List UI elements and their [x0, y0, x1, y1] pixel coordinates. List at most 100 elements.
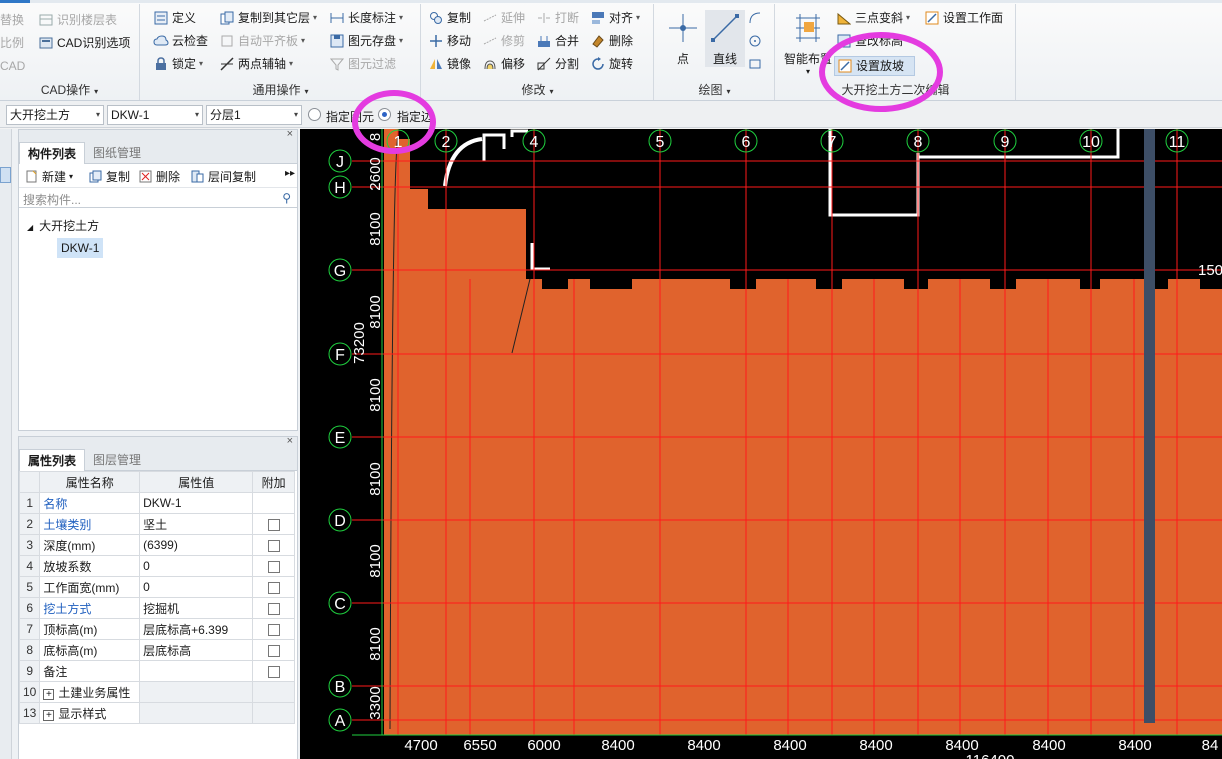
tab-drawing-management[interactable]: 图纸管理 [85, 142, 149, 164]
align-button[interactable]: 对齐 ▾ [590, 8, 640, 28]
set-slope-button[interactable]: 设置放坡 [834, 56, 916, 76]
offset-button[interactable]: 偏移 [482, 54, 525, 74]
mirror-button[interactable]: 镜像 [428, 54, 471, 74]
tab-property-list[interactable]: 属性列表 [19, 449, 86, 471]
property-value[interactable]: DKW-1 [139, 492, 254, 514]
property-row[interactable]: 5 工作面宽(mm) 0 [18, 576, 295, 598]
merge-button[interactable]: 合并 [536, 31, 579, 51]
property-row[interactable]: 6 挖土方式 挖掘机 [18, 597, 295, 619]
length-mark-button[interactable]: 长度标注 ▾ [329, 8, 403, 28]
property-value[interactable]: 0 [139, 576, 254, 598]
group-title-cad[interactable]: CAD操作 ▾ [0, 81, 139, 98]
check-elevation-button[interactable]: 查改标高 [836, 31, 903, 51]
radio-specify-element[interactable] [308, 108, 321, 121]
radio-specify-edge[interactable] [378, 108, 391, 121]
property-row[interactable]: 2 土壤类别 坚土 [18, 513, 295, 535]
axis-label-column: 4 [530, 134, 539, 151]
auto-slab-button[interactable]: 自动平齐板 ▾ [219, 31, 305, 51]
trim-button[interactable]: 修剪 [482, 31, 525, 51]
tab-component-list[interactable]: 构件列表 [19, 142, 86, 164]
attach-checkbox[interactable] [267, 644, 280, 657]
ratio-button[interactable]: 比例 [0, 33, 24, 53]
close-icon[interactable]: × [287, 128, 293, 140]
layer-select[interactable]: 分层1 ▾ [206, 105, 302, 125]
property-value[interactable]: 挖掘机 [139, 597, 254, 619]
expand-plus-icon[interactable]: + [43, 709, 55, 721]
tree-node-excavation[interactable]: ◢ 大开挖土方 [27, 217, 99, 234]
group-title-modify[interactable]: 修改 ▾ [422, 81, 653, 98]
floor-copy-button[interactable]: 层间复制 [191, 168, 256, 185]
split-button[interactable]: 分割 [536, 54, 579, 74]
property-value[interactable] [139, 681, 254, 703]
property-value[interactable]: 层底标高 [139, 639, 254, 661]
strip-tab-icon[interactable] [0, 167, 11, 183]
axis-label-column: 1 [394, 134, 403, 151]
copy-to-other-floor-button[interactable]: 复制到其它层 ▾ [219, 8, 317, 28]
property-row[interactable]: 9 备注 [18, 660, 295, 682]
element-select[interactable]: DKW-1 ▾ [107, 105, 203, 125]
delete-component-button[interactable]: 删除 [139, 168, 180, 185]
cad-drawing[interactable]: 1 2 4 5 6 7 8 9 10 11 JH G F E D C BA 8 2600 8100 8100 8100 81… [300, 129, 1222, 759]
lock-button[interactable]: 锁定 ▾ [153, 54, 203, 74]
close-icon[interactable]: × [287, 435, 293, 447]
element-store-button[interactable]: 图元存盘 ▾ [329, 31, 403, 51]
property-value[interactable]: 坚土 [139, 513, 254, 535]
extend-button[interactable]: 延伸 [482, 8, 525, 28]
property-row[interactable]: 1 名称 DKW-1 [18, 492, 295, 514]
rect-tool-button[interactable] [747, 54, 766, 74]
attach-checkbox[interactable] [267, 539, 280, 552]
copy-component-button[interactable]: 复制 [89, 168, 130, 185]
move-button[interactable]: 移动 [428, 31, 471, 51]
property-value[interactable]: 0 [139, 555, 254, 577]
define-button[interactable]: 定义 [153, 8, 196, 28]
tree-node-dkw-1[interactable]: DKW-1 [57, 238, 104, 258]
attach-checkbox[interactable] [267, 602, 280, 615]
copy-button[interactable]: 复制 [428, 8, 471, 28]
attach-checkbox[interactable] [267, 560, 280, 573]
property-row[interactable]: 10 + 土建业务属性 [18, 681, 295, 703]
property-value[interactable] [139, 702, 254, 724]
three-point-slope-button[interactable]: 三点变斜 ▾ [836, 8, 910, 28]
point-tool-button[interactable]: 点 [663, 10, 703, 67]
cad-button[interactable]: CAD [0, 56, 25, 76]
property-row[interactable]: 3 深度(mm) (6399) [18, 534, 295, 556]
set-workface-button[interactable]: 设置工作面 [924, 8, 1003, 28]
circle-tool-button[interactable] [747, 31, 766, 51]
property-row[interactable]: 13 + 显示样式 [18, 702, 295, 724]
cad-identify-options-button[interactable]: CAD识别选项 [38, 33, 130, 53]
arc-tool-button[interactable] [747, 8, 766, 28]
smart-layout-button[interactable]: 智能布置 ▾ [782, 10, 834, 76]
axis-label-column: 7 [828, 134, 837, 151]
expand-triangle-icon[interactable]: ◢ [27, 223, 33, 232]
delete-icon [139, 170, 152, 183]
axis-label-row: C [334, 596, 346, 613]
attach-checkbox[interactable] [267, 665, 280, 678]
drawing-canvas[interactable]: 1 2 4 5 6 7 8 9 10 11 J H G F E D C B A 8 2600 8100 8100 8100 81… [300, 129, 1222, 759]
line-tool-button[interactable]: 直线 [705, 10, 745, 67]
identify-floor-table-button[interactable]: 识别楼层表 [38, 10, 117, 30]
property-row[interactable]: 4 放坡系数 0 [18, 555, 295, 577]
rotate-button[interactable]: 旋转 [590, 54, 633, 74]
replace-button[interactable]: 替换 [0, 10, 24, 30]
attach-checkbox[interactable] [267, 623, 280, 636]
element-filter-button[interactable]: 图元过滤 [329, 54, 396, 74]
property-value[interactable]: 层底标高+6.399 [139, 618, 254, 640]
property-row[interactable]: 7 顶标高(m) 层底标高+6.399 [18, 618, 295, 640]
tab-layer-management[interactable]: 图层管理 [85, 449, 149, 471]
more-tools-icon[interactable]: ▸▸ [285, 168, 295, 179]
delete-button[interactable]: 删除 [590, 31, 633, 51]
new-component-button[interactable]: 新建 ▾ [25, 168, 73, 185]
attach-checkbox[interactable] [267, 581, 280, 594]
cloud-check-button[interactable]: 云检查 [153, 31, 208, 51]
property-value[interactable]: (6399) [139, 534, 254, 556]
break-button[interactable]: 打断 [536, 8, 579, 28]
two-point-axis-button[interactable]: 两点辅轴 ▾ [219, 54, 293, 74]
group-title-general[interactable]: 通用操作 ▾ [141, 81, 420, 98]
group-title-draw[interactable]: 绘图 ▾ [655, 81, 774, 98]
type-select[interactable]: 大开挖土方 ▾ [6, 105, 104, 125]
property-row[interactable]: 8 底标高(m) 层底标高 [18, 639, 295, 661]
attach-checkbox[interactable] [267, 518, 280, 531]
expand-plus-icon[interactable]: + [43, 688, 55, 700]
property-value[interactable] [139, 660, 254, 682]
component-search-input[interactable]: 搜索构件... ⚲ [19, 188, 297, 208]
